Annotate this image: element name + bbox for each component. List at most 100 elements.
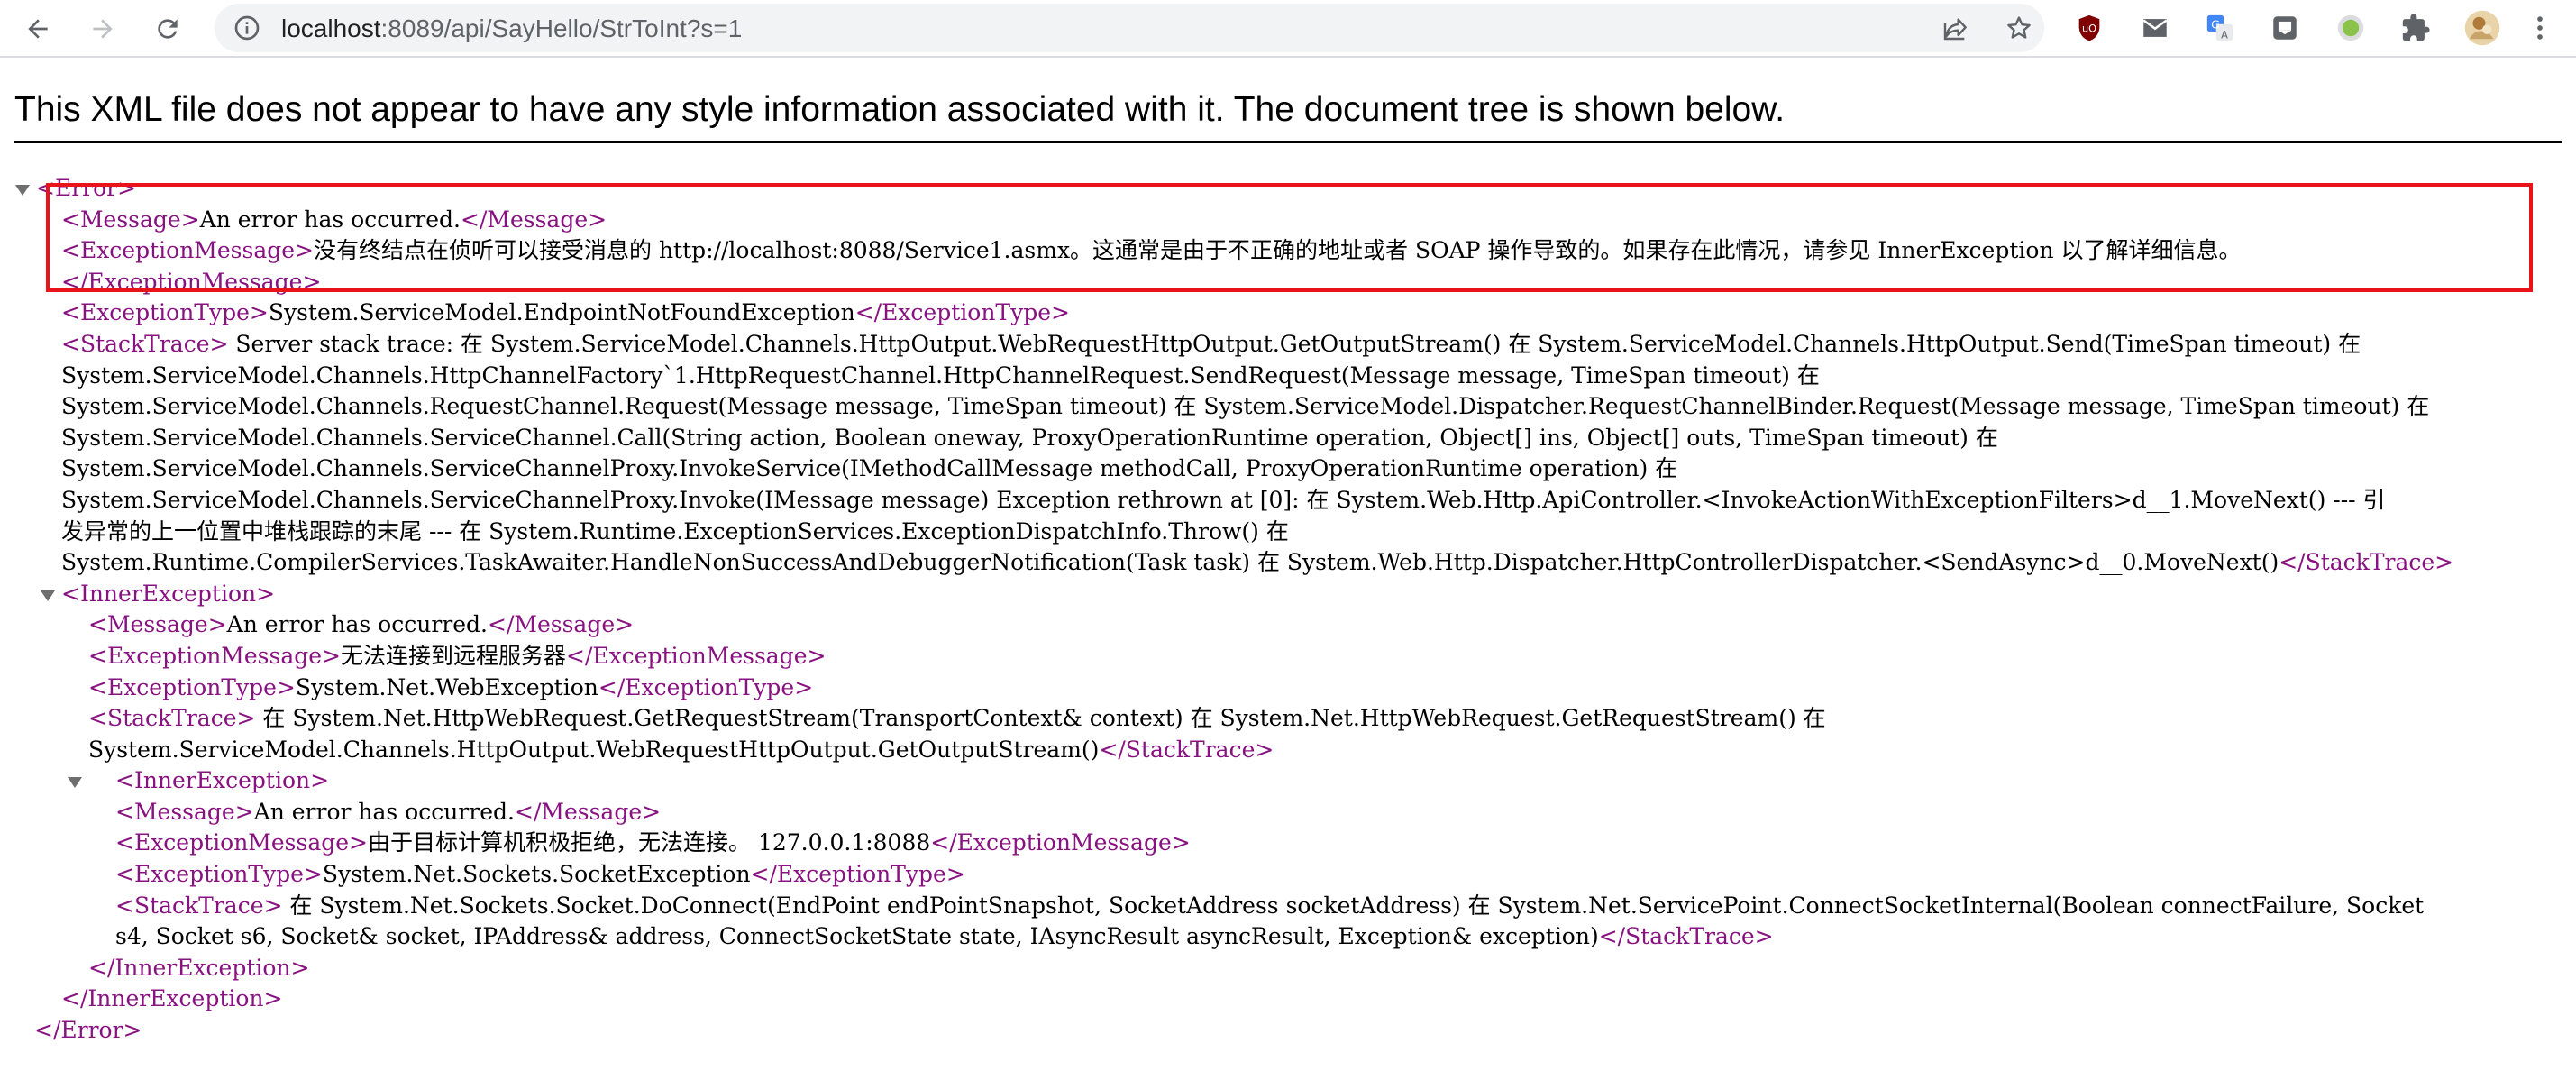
reload-button[interactable]: [150, 11, 186, 47]
xml-text: 在 System.Net.HttpWebRequest.GetRequestSt…: [255, 705, 1826, 732]
xml-line-content: <ExceptionMessage>没有终结点在侦听可以接受消息的 http:/…: [61, 235, 2242, 267]
xml-line: </InnerException>: [0, 953, 2576, 984]
xml-line: 发异常的上一位置中堆栈跟踪的末尾 --- 在 System.Runtime.Ex…: [0, 517, 2576, 548]
xml-line-content: <Error>: [36, 173, 136, 205]
mail-extension[interactable]: [2140, 13, 2170, 43]
xml-line-content: System.ServiceModel.Channels.ServiceChan…: [61, 485, 2386, 517]
xml-open-tag: <StackTrace>: [88, 705, 256, 732]
share-icon[interactable]: [1941, 14, 1970, 42]
profile-button[interactable]: [2463, 9, 2501, 47]
extensions-button[interactable]: [2400, 13, 2431, 43]
xml-line: <InnerException>: [0, 765, 2576, 797]
xml-text: 由于目标计算机积极拒绝，无法连接。 127.0.0.1:8088: [368, 829, 931, 856]
fold-triangle-icon[interactable]: [41, 590, 55, 601]
xml-line: <ExceptionMessage>无法连接到远程服务器</ExceptionM…: [0, 641, 2576, 673]
xml-text: Server stack trace: 在 System.ServiceMode…: [228, 330, 2361, 357]
xml-line-content: </ExceptionMessage>: [61, 267, 321, 298]
xml-line: <Error>: [0, 173, 2576, 205]
xml-text: 在 System.Net.Sockets.Socket.DoConnect(En…: [282, 892, 2425, 919]
xml-line-content: <InnerException>: [115, 765, 329, 797]
xml-close-tag: </ExceptionType>: [750, 861, 965, 888]
kebab-menu-icon: [2537, 16, 2543, 40]
xml-line: <ExceptionType>System.Net.Sockets.Socket…: [0, 859, 2576, 891]
extension-box-icon: [2273, 16, 2297, 40]
box-extension[interactable]: [2270, 13, 2300, 43]
xml-open-tag: <ExceptionType>: [61, 299, 269, 326]
xml-line: <StackTrace> Server stack trace: 在 Syste…: [0, 329, 2576, 361]
xml-open-tag: <ExceptionType>: [115, 861, 323, 888]
xml-text: System.Runtime.CompilerServices.TaskAwai…: [61, 549, 2279, 576]
xml-line-content: <InnerException>: [61, 579, 275, 610]
xml-line-content: <ExceptionMessage>由于目标计算机积极拒绝，无法连接。 127.…: [115, 828, 1191, 859]
circle-extension-icon: [2337, 14, 2364, 41]
xml-line-content: <StackTrace> 在 System.Net.Sockets.Socket…: [115, 891, 2424, 922]
xml-line-content: <ExceptionType>System.ServiceModel.Endpo…: [61, 297, 1070, 329]
xml-line: System.ServiceModel.Channels.ServiceChan…: [0, 453, 2576, 485]
xml-open-tag: <ExceptionMessage>: [115, 829, 368, 856]
xml-open-tag: <StackTrace>: [61, 330, 229, 357]
xml-line: </Error>: [0, 1015, 2576, 1047]
url-path: :8089/api/SayHello/StrToInt?s=1: [380, 14, 743, 42]
url-text[interactable]: localhost:8089/api/SayHello/StrToInt?s=1: [281, 14, 742, 43]
xml-text: An error has occurred.: [199, 206, 461, 233]
xml-line: <Message>An error has occurred.</Message…: [0, 205, 2576, 236]
xml-line-content: System.ServiceModel.Channels.HttpChannel…: [61, 361, 1820, 392]
ublock-extension[interactable]: uO: [2074, 13, 2105, 43]
xml-close-tag: </ExceptionMessage>: [930, 829, 1191, 856]
xml-open-tag: <Message>: [115, 798, 254, 825]
xml-line: System.ServiceModel.Channels.RequestChan…: [0, 391, 2576, 423]
xml-line: </ExceptionMessage>: [0, 267, 2576, 298]
back-button[interactable]: [20, 11, 56, 47]
xml-line: System.ServiceModel.Channels.HttpChannel…: [0, 361, 2576, 392]
xml-line: <Message>An error has occurred.</Message…: [0, 797, 2576, 828]
info-icon[interactable]: [233, 14, 261, 42]
xml-text: System.ServiceModel.Channels.ServiceChan…: [61, 486, 2386, 513]
browser-menu-button[interactable]: [2529, 13, 2551, 43]
xml-close-tag: </StackTrace>: [2279, 549, 2454, 576]
xml-line-content: </InnerException>: [88, 953, 309, 984]
xml-close-tag: </InnerException>: [88, 954, 310, 981]
translate-extension[interactable]: GA: [2205, 13, 2235, 43]
xml-open-tag: <ExceptionType>: [88, 673, 296, 700]
xml-line: <ExceptionType>System.Net.WebException</…: [0, 673, 2576, 704]
back-arrow-icon: [28, 19, 48, 39]
xml-text: System.ServiceModel.Channels.ServiceChan…: [61, 455, 1678, 482]
star-icon[interactable]: [2005, 14, 2033, 42]
xml-line-content: <StackTrace> Server stack trace: 在 Syste…: [61, 329, 2361, 361]
header-divider: [14, 141, 2562, 143]
xml-text: System.Net.Sockets.SocketException: [322, 861, 751, 888]
xml-text: 发异常的上一位置中堆栈跟踪的末尾 --- 在 System.Runtime.Ex…: [61, 517, 1289, 544]
xml-line-content: System.ServiceModel.Channels.RequestChan…: [61, 391, 2429, 423]
xml-text: System.ServiceModel.EndpointNotFoundExce…: [268, 299, 855, 326]
xml-text: s4, Socket s6, Socket& socket, IPAddress…: [115, 923, 1599, 950]
fold-triangle-icon[interactable]: [15, 185, 30, 196]
translate-icon: GA: [2206, 14, 2233, 41]
xml-text: System.ServiceModel.Channels.HttpOutput.…: [88, 736, 1100, 763]
circle-extension[interactable]: [2335, 13, 2366, 43]
xml-text: System.ServiceModel.Channels.RequestChan…: [61, 393, 2430, 420]
xml-close-tag: </ExceptionMessage>: [61, 268, 322, 295]
svg-text:A: A: [2221, 28, 2228, 41]
xml-text: An error has occurred.: [253, 798, 515, 825]
xml-line-content: System.Runtime.CompilerServices.TaskAwai…: [61, 547, 2453, 579]
xml-open-tag: <Error>: [36, 175, 137, 201]
avatar: [2464, 10, 2500, 46]
xml-line-content: 发异常的上一位置中堆栈跟踪的末尾 --- 在 System.Runtime.Ex…: [61, 517, 1289, 548]
xml-open-tag: <Message>: [88, 611, 227, 638]
xml-line-content: <Message>An error has occurred.</Message…: [115, 797, 661, 828]
forward-button[interactable]: [85, 11, 121, 47]
xml-line-content: </InnerException>: [61, 984, 282, 1015]
mail-icon: [2142, 19, 2168, 37]
xml-line: <ExceptionMessage>由于目标计算机积极拒绝，无法连接。 127.…: [0, 828, 2576, 859]
xml-close-tag: </Error>: [34, 1017, 142, 1044]
xml-line-content: System.ServiceModel.Channels.HttpOutput.…: [88, 735, 1274, 766]
xml-text: System.ServiceModel.Channels.HttpChannel…: [61, 361, 1820, 389]
xml-close-tag: </Message>: [515, 798, 662, 825]
xml-line-content: </Error>: [34, 1015, 142, 1047]
xml-close-tag: </ExceptionType>: [598, 673, 814, 700]
xml-line: <StackTrace> 在 System.Net.Sockets.Socket…: [0, 891, 2576, 922]
url-host: localhost: [281, 14, 381, 42]
fold-triangle-icon[interactable]: [68, 777, 82, 789]
xml-line: <ExceptionType>System.ServiceModel.Endpo…: [0, 297, 2576, 329]
address-bar[interactable]: localhost:8089/api/SayHello/StrToInt?s=1: [215, 4, 2044, 52]
